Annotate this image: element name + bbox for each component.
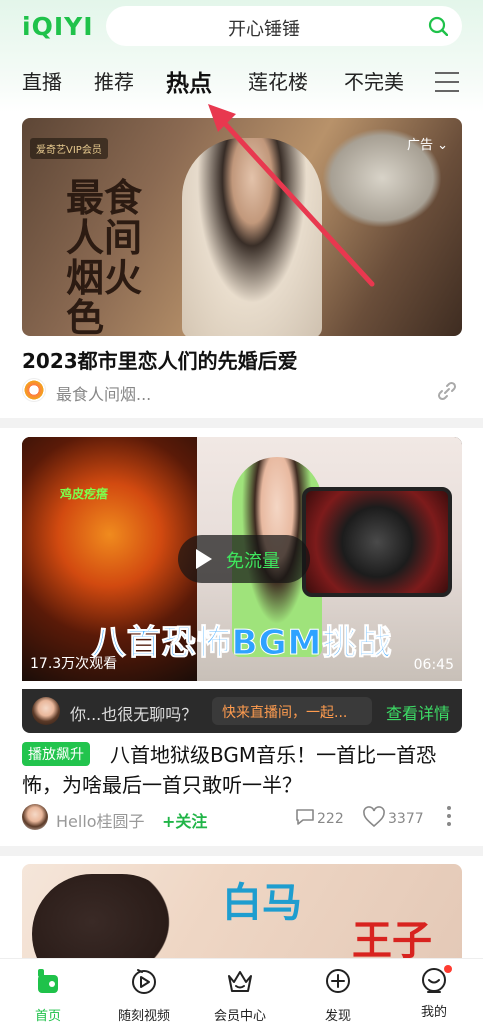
profile-icon	[420, 965, 452, 995]
more-options-icon[interactable]	[447, 806, 453, 828]
thumbnail-title-line2: 王子	[352, 918, 432, 959]
view-details-link[interactable]: 查看详情	[386, 700, 450, 724]
thumbnail-title-line1: 白马	[222, 880, 302, 926]
live-text: 你...也很无聊吗？	[70, 705, 198, 724]
plus-circle-icon	[326, 969, 350, 993]
nav-label: 发现	[324, 1009, 351, 1024]
comment-icon[interactable]	[295, 808, 315, 826]
video-thumbnail[interactable]: 白马 王子	[22, 864, 462, 959]
avatar	[32, 697, 60, 725]
feed-divider	[0, 418, 483, 428]
live-invite-pill[interactable]: 快来直播间，一起...	[212, 697, 372, 725]
crown-icon	[228, 971, 252, 992]
tablet-shape	[302, 487, 452, 597]
source-logo	[22, 378, 46, 402]
channel-menu-icon[interactable]	[435, 72, 459, 92]
card1-title[interactable]: 2023都市里恋人们的先婚后爱	[22, 345, 298, 374]
live-promo-bar[interactable]: 你...也很无聊吗？ 快来直播间，一起... 查看详情	[22, 689, 462, 733]
actress-figure	[182, 138, 322, 336]
banner-text: 八首恐怖BGM挑战	[91, 623, 393, 664]
ad-label-text: 广告	[406, 138, 433, 153]
character-figure	[32, 874, 182, 959]
top-header: iQIYI 开心锤锤 直播 推荐 热点 莲花楼 不完美	[0, 0, 483, 112]
nav-label: 随刻视频	[117, 1009, 170, 1024]
tab-live[interactable]: 直播	[22, 66, 62, 95]
view-count: 17.3万次观看	[30, 656, 118, 672]
tab-buwanmei[interactable]: 不完美	[344, 66, 404, 95]
video-thumbnail[interactable]: 鸡皮疙瘩 免流量 八首恐怖BGM挑战 17.3万次观看 06:45	[22, 437, 462, 681]
author-name[interactable]: Hello桂圆子	[56, 808, 145, 832]
nav-label: 首页	[34, 1009, 61, 1024]
nav-suike-video[interactable]: 随刻视频	[96, 967, 192, 1024]
chevron-down-icon: ⌄	[437, 138, 448, 153]
notification-dot	[444, 965, 452, 973]
nav-mine[interactable]: 我的	[386, 965, 482, 1020]
like-count: 3377	[388, 811, 424, 827]
comment-count: 222	[317, 811, 344, 827]
ad-banner-image[interactable]: 最食人间烟火色 爱奇艺VIP会员 广告 ⌄	[22, 118, 462, 336]
tab-lianhualou[interactable]: 莲花楼	[248, 66, 308, 95]
heart-icon[interactable]	[362, 806, 386, 828]
link-icon[interactable]	[437, 381, 457, 401]
play-icon	[196, 549, 212, 569]
search-query[interactable]: 开心锤锤	[106, 15, 422, 41]
bottom-navigation: 首页 随刻视频 会员中心 发现 我的	[0, 958, 483, 1024]
thumbnail-tag: 鸡皮疙瘩	[60, 487, 109, 501]
search-icon[interactable]	[428, 16, 448, 36]
play-circle-icon	[132, 969, 156, 994]
nav-label: 我的	[420, 1005, 447, 1020]
tab-hot[interactable]: 热点	[166, 64, 212, 98]
channel-tabs: 直播 推荐 热点 莲花楼 不完美	[0, 66, 483, 100]
nav-discover[interactable]: 发现	[290, 967, 386, 1024]
play-label: 免流量	[226, 551, 280, 572]
search-bar[interactable]: 开心锤锤	[106, 6, 462, 46]
avatar[interactable]	[22, 804, 48, 830]
video-duration: 06:45	[413, 657, 454, 673]
card1-source[interactable]: 最食人间烟...	[56, 381, 151, 405]
follow-button[interactable]: +关注	[162, 808, 207, 832]
nav-label: 会员中心	[213, 1009, 266, 1024]
trending-badge: 播放飙升	[22, 742, 90, 766]
ad-label[interactable]: 广告 ⌄	[407, 134, 448, 153]
feed-divider	[0, 846, 483, 856]
tab-recommend[interactable]: 推荐	[94, 66, 134, 95]
iqiyi-logo[interactable]: iQIYI	[22, 12, 94, 41]
drama-title-art: 最食人间烟火色	[66, 175, 143, 337]
nav-vip-center[interactable]: 会员中心	[192, 967, 288, 1024]
free-data-play-button[interactable]: 免流量	[178, 535, 310, 583]
vip-badge: 爱奇艺VIP会员	[30, 138, 108, 159]
home-icon	[38, 969, 58, 993]
nav-home[interactable]: 首页	[0, 967, 96, 1024]
